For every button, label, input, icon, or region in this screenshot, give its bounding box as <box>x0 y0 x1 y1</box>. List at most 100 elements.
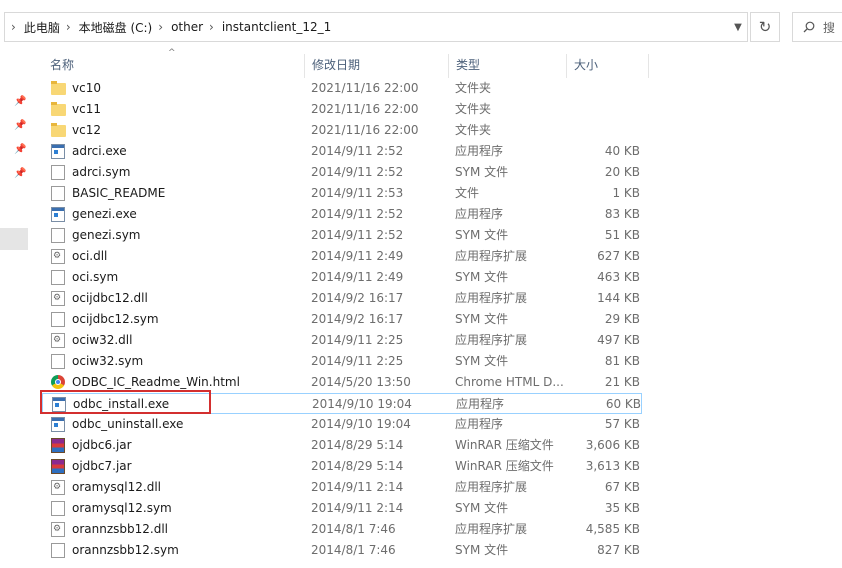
search-icon <box>803 21 815 33</box>
chevron-down-icon: ▼ <box>734 21 742 33</box>
file-date: 2014/9/2 16:17 <box>311 291 404 305</box>
search-input[interactable]: 搜 <box>792 12 842 42</box>
file-row[interactable]: ojdbc6.jar 2014/8/29 5:14 WinRAR 压缩文件 3,606… <box>42 435 642 456</box>
file-row[interactable]: adrci.sym 2014/9/11 2:52 SYM 文件 20 KB <box>42 162 642 183</box>
file-size: 827 KB <box>597 543 640 557</box>
file-type: 应用程序扩展 <box>455 333 528 347</box>
file-date: 2014/9/2 16:17 <box>311 312 404 326</box>
folder-icon <box>51 102 66 116</box>
file-name: oci.sym <box>72 270 119 284</box>
chevron-right-icon[interactable]: › <box>66 20 71 34</box>
file-row[interactable]: oci.dll 2014/9/11 2:49 应用程序扩展 627 KB <box>42 246 642 267</box>
file-date: 2021/11/16 22:00 <box>311 123 419 137</box>
file-date: 2014/9/11 2:49 <box>311 270 404 284</box>
file-row[interactable]: vc10 2021/11/16 22:00 文件夹 <box>42 78 642 99</box>
file-row[interactable]: orannzsbb12.sym 2014/8/1 7:46 SYM 文件 827 KB <box>42 540 642 561</box>
file-name: vc10 <box>72 81 101 95</box>
file-size: 81 KB <box>604 354 640 368</box>
file-row[interactable]: ocijdbc12.sym 2014/9/2 16:17 SYM 文件 29 KB <box>42 309 642 330</box>
highlight-box <box>40 390 211 414</box>
file-name: ocijdbc12.dll <box>72 291 148 305</box>
file-name: ojdbc6.jar <box>72 438 132 452</box>
winrar-archive-icon <box>51 459 65 474</box>
file-size: 57 KB <box>604 417 640 431</box>
file-name: vc12 <box>72 123 101 137</box>
file-name: oci.dll <box>72 249 108 263</box>
file-name: oramysql12.dll <box>72 480 161 494</box>
chevron-right-icon[interactable]: › <box>209 20 214 34</box>
file-row[interactable]: BASIC_README 2014/9/11 2:53 文件 1 KB <box>42 183 642 204</box>
pin-icon[interactable]: 📌 <box>14 120 26 131</box>
application-icon <box>51 207 65 222</box>
col-header-type[interactable]: 类型 <box>448 54 566 76</box>
file-size: 51 KB <box>604 228 640 242</box>
file-size: 144 KB <box>597 291 640 305</box>
file-type: SYM 文件 <box>455 165 509 179</box>
file-date: 2014/8/29 5:14 <box>311 438 404 452</box>
file-date: 2014/9/11 2:53 <box>311 186 404 200</box>
file-date: 2014/8/1 7:46 <box>311 543 396 557</box>
file-size: 3,606 KB <box>585 438 640 452</box>
file-date: 2014/9/11 2:25 <box>311 333 404 347</box>
column-header: ^ 名称 修改日期 类型 大小 <box>42 48 842 78</box>
column-divider[interactable] <box>648 54 649 78</box>
file-row[interactable]: vc12 2021/11/16 22:00 文件夹 <box>42 120 642 141</box>
crumb-other[interactable]: other <box>171 20 203 34</box>
file-row[interactable]: orannzsbb12.dll 2014/8/1 7:46 应用程序扩展 4,585 … <box>42 519 642 540</box>
pin-icon[interactable]: 📌 <box>14 144 26 155</box>
crumb-local-disk[interactable]: 本地磁盘 (C:) <box>79 19 153 36</box>
col-header-date[interactable]: 修改日期 <box>304 54 448 76</box>
file-row[interactable]: oramysql12.dll 2014/9/11 2:14 应用程序扩展 67 KB <box>42 477 642 498</box>
file-type: SYM 文件 <box>455 354 509 368</box>
file-date: 2014/9/11 2:52 <box>311 165 404 179</box>
file-name: vc11 <box>72 102 101 116</box>
file-icon <box>51 186 65 201</box>
file-date: 2021/11/16 22:00 <box>311 81 419 95</box>
file-type: 应用程序 <box>455 417 504 431</box>
refresh-button[interactable]: ↻ <box>750 12 780 42</box>
file-icon <box>51 543 65 558</box>
crumb-instantclient[interactable]: instantclient_12_1 <box>222 20 331 34</box>
file-row[interactable]: genezi.exe 2014/9/11 2:52 应用程序 83 KB <box>42 204 642 225</box>
file-size: 1 KB <box>612 186 640 200</box>
chevron-right-icon[interactable]: › <box>11 20 16 34</box>
address-bar-area: › 此电脑 › 本地磁盘 (C:) › other › instantclien… <box>0 0 842 54</box>
pin-icon[interactable]: 📌 <box>14 168 26 179</box>
col-header-size[interactable]: 大小 <box>566 54 648 76</box>
file-row[interactable]: oci.sym 2014/9/11 2:49 SYM 文件 463 KB <box>42 267 642 288</box>
address-dropdown-button[interactable]: ▼ <box>725 13 751 41</box>
file-date: 2014/9/11 2:52 <box>311 207 404 221</box>
file-name: oramysql12.sym <box>72 501 172 515</box>
file-size <box>572 120 640 141</box>
file-row[interactable]: adrci.exe 2014/9/11 2:52 应用程序 40 KB <box>42 141 642 162</box>
file-row[interactable]: genezi.sym 2014/9/11 2:52 SYM 文件 51 KB <box>42 225 642 246</box>
file-row[interactable]: ocijdbc12.dll 2014/9/2 16:17 应用程序扩展 144 KB <box>42 288 642 309</box>
file-date: 2014/9/11 2:14 <box>311 480 404 494</box>
folder-icon <box>51 123 66 137</box>
file-row[interactable]: vc11 2021/11/16 22:00 文件夹 <box>42 99 642 120</box>
file-row[interactable]: ociw32.sym 2014/9/11 2:25 SYM 文件 81 KB <box>42 351 642 372</box>
file-type: 应用程序 <box>455 144 504 158</box>
crumb-this-pc[interactable]: 此电脑 <box>24 19 60 36</box>
file-row[interactable]: ociw32.dll 2014/9/11 2:25 应用程序扩展 497 KB <box>42 330 642 351</box>
file-size: 67 KB <box>604 480 640 494</box>
pin-icon[interactable]: 📌 <box>14 96 26 107</box>
col-header-name[interactable]: 名称 <box>42 54 304 76</box>
file-type: 应用程序 <box>455 207 504 221</box>
chevron-right-icon[interactable]: › <box>158 20 163 34</box>
file-type: WinRAR 压缩文件 <box>455 459 554 473</box>
file-row[interactable]: oramysql12.sym 2014/9/11 2:14 SYM 文件 35 KB <box>42 498 642 519</box>
file-row[interactable]: odbc_uninstall.exe 2014/9/10 19:04 应用程序 57 … <box>42 414 642 435</box>
file-row[interactable]: ojdbc7.jar 2014/8/29 5:14 WinRAR 压缩文件 3,613… <box>42 456 642 477</box>
file-name: adrci.sym <box>72 165 131 179</box>
address-bar[interactable]: › 此电脑 › 本地磁盘 (C:) › other › instantclien… <box>4 12 748 42</box>
file-name: genezi.exe <box>72 207 137 221</box>
file-date: 2014/9/11 2:52 <box>311 144 404 158</box>
file-date: 2014/9/10 19:04 <box>311 417 411 431</box>
file-date: 2014/9/11 2:49 <box>311 249 404 263</box>
file-name: orannzsbb12.sym <box>72 543 179 557</box>
file-date: 2021/11/16 22:00 <box>311 102 419 116</box>
file-type: 文件夹 <box>455 81 492 95</box>
nav-selected-item[interactable] <box>0 228 28 250</box>
file-size: 21 KB <box>604 375 640 389</box>
